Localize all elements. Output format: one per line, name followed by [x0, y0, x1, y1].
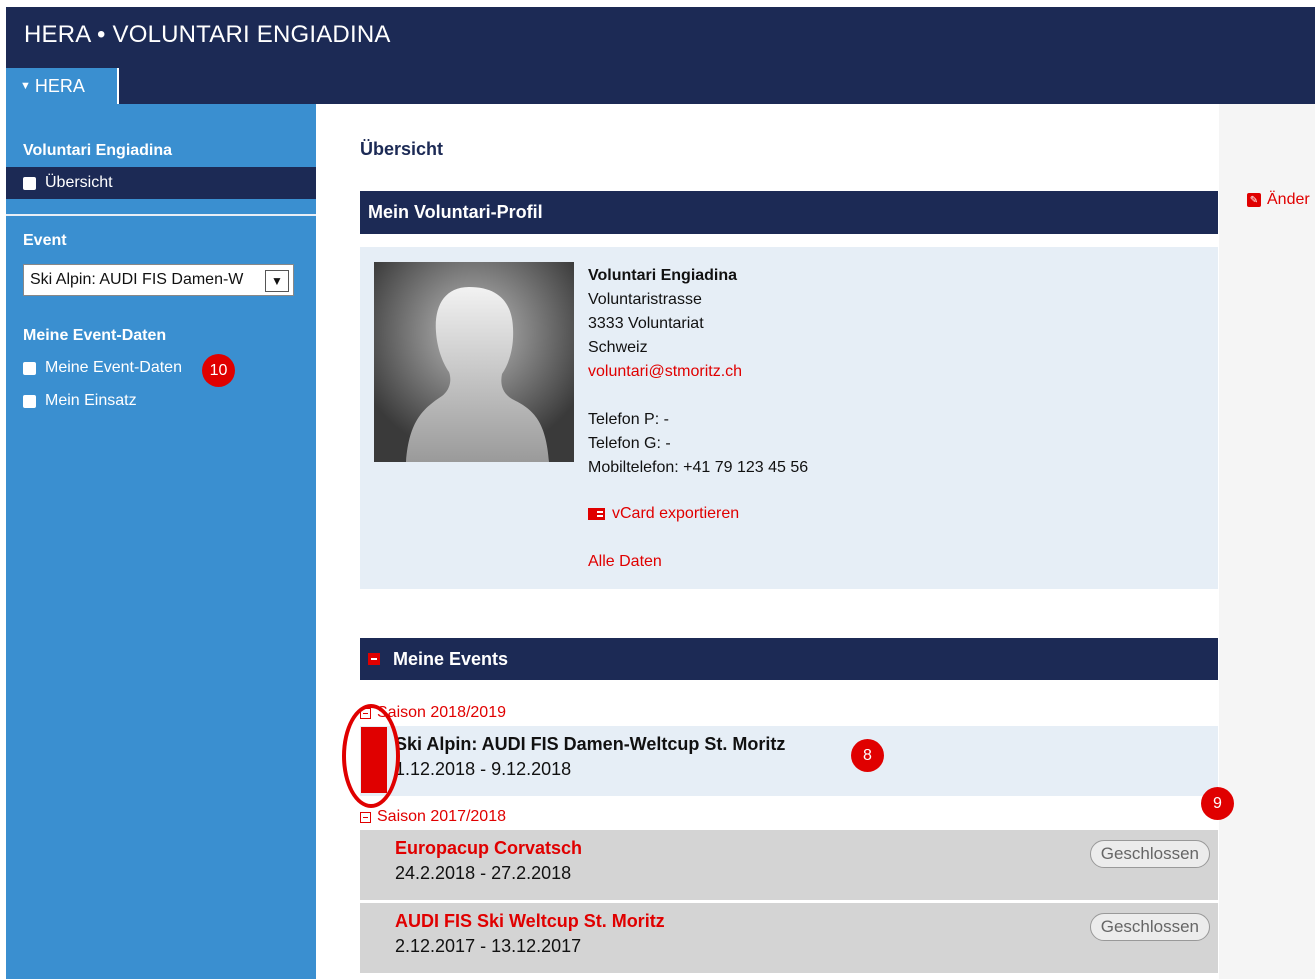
avatar [374, 262, 574, 462]
profile-phone-p: Telefon P: - [588, 411, 669, 428]
contact-card-icon [588, 508, 605, 520]
profile-country: Schweiz [588, 339, 648, 356]
profile-panel-header: Mein Voluntari-Profil [360, 191, 1218, 234]
event-select[interactable]: Ski Alpin: AUDI FIS Damen-W ▼ [23, 264, 294, 296]
square-icon [23, 176, 36, 190]
profile-email-link[interactable]: voluntari@stmoritz.ch [588, 360, 808, 384]
edit-link[interactable]: ✎ Änder [1247, 191, 1310, 209]
vcard-label: vCard exportieren [612, 505, 740, 522]
event-select-value: Ski Alpin: AUDI FIS Damen-W [30, 271, 244, 288]
sidebar-item-einsatz[interactable]: Mein Einsatz [23, 392, 137, 410]
profile-panel: Voluntari Engiadina Voluntaristrasse 333… [360, 247, 1218, 589]
event-dates: 1.12.2018 - 9.12.2018 [395, 759, 572, 779]
profile-city: 3333 Voluntariat [588, 315, 704, 332]
status-badge: Geschlossen [1089, 913, 1210, 941]
collapse-icon[interactable] [368, 653, 380, 665]
pencil-icon: ✎ [1247, 193, 1261, 207]
sidebar-item-label: Mein Einsatz [45, 392, 137, 409]
square-icon [23, 394, 36, 408]
tab-hera-label: HERA [34, 75, 85, 96]
top-bar: HERA • VOLUNTARI ENGIADINA ▼ HERA [6, 7, 1315, 104]
profile-name: Voluntari Engiadina [588, 267, 738, 284]
profile-phone-g: Telefon G: - [588, 435, 671, 452]
event-row[interactable]: AUDI FIS Ski Weltcup St. Moritz 2.12.201… [360, 903, 1218, 973]
edit-label: Änder [1267, 191, 1310, 208]
page-title: Übersicht [360, 139, 444, 159]
profile-heading: Mein Voluntari-Profil [368, 202, 543, 222]
caret-down-icon: ▼ [20, 80, 31, 92]
my-event-heading: Meine Event-Daten [23, 327, 167, 344]
sidebar-item-label: Übersicht [45, 174, 113, 191]
annotation-badge: 9 [1201, 787, 1234, 820]
profile-details: Voluntari Engiadina Voluntaristrasse 333… [588, 264, 808, 480]
event-heading: Event [23, 232, 67, 249]
event-row[interactable]: Europacup Corvatsch 24.2.2018 - 27.2.201… [360, 830, 1218, 900]
person-silhouette-icon [406, 287, 549, 462]
season-2017-2018-toggle[interactable]: Saison 2017/2018 [360, 808, 506, 826]
event-dates: 24.2.2018 - 27.2.2018 [395, 863, 572, 883]
events-heading: Meine Events [393, 648, 509, 669]
annotation-badge: 8 [851, 739, 884, 772]
event-row[interactable]: Ski Alpin: AUDI FIS Damen-Weltcup St. Mo… [360, 726, 1218, 796]
events-panel-header[interactable]: Meine Events [360, 638, 1218, 680]
sidebar-divider [6, 214, 316, 216]
season-label: Saison 2017/2018 [377, 808, 506, 825]
profile-street: Voluntaristrasse [588, 291, 702, 308]
sidebar-section-title: Voluntari Engiadina [23, 142, 173, 159]
sidebar: Voluntari Engiadina Übersicht Event Ski … [6, 104, 316, 979]
right-gutter [1219, 104, 1315, 979]
sidebar-item-uebersicht[interactable]: Übersicht [23, 174, 113, 192]
season-label: Saison 2018/2019 [377, 704, 506, 721]
annotation-badge: 10 [202, 354, 235, 387]
event-name: Ski Alpin: AUDI FIS Damen-Weltcup St. Mo… [395, 734, 786, 754]
status-badge: Geschlossen [1089, 840, 1210, 868]
app-title: HERA • VOLUNTARI ENGIADINA [24, 21, 391, 48]
event-dates: 2.12.2017 - 13.12.2017 [395, 936, 582, 956]
highlight-circle [342, 704, 400, 808]
profile-mobile: Mobiltelefon: +41 79 123 45 56 [588, 459, 809, 476]
sidebar-item-label: Meine Event-Daten [45, 359, 182, 376]
sidebar-item-event-daten[interactable]: Meine Event-Daten [23, 359, 182, 377]
collapse-icon [360, 811, 371, 823]
all-data-link[interactable]: Alle Daten [588, 553, 662, 571]
chevron-down-icon[interactable]: ▼ [265, 270, 289, 292]
tab-hera[interactable]: ▼ HERA [6, 68, 119, 104]
square-icon [23, 361, 36, 375]
vcard-export-link[interactable]: vCard exportieren [588, 505, 739, 523]
